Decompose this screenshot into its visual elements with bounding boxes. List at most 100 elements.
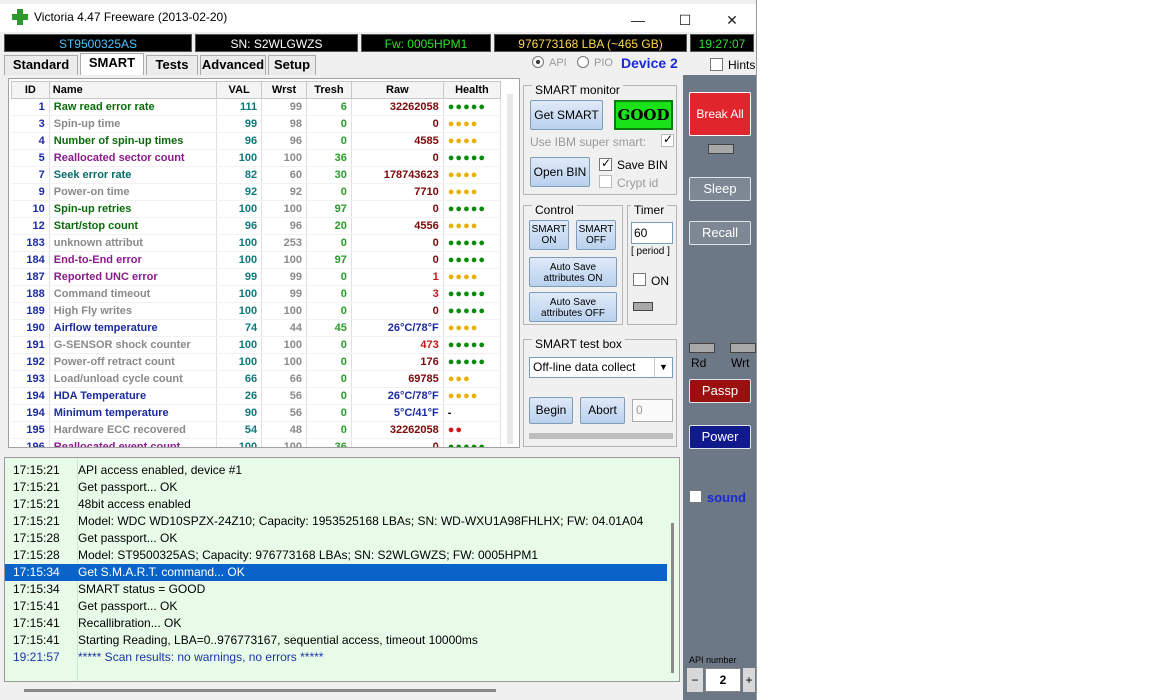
hints-checkbox[interactable] — [710, 58, 723, 71]
break-all-button[interactable]: Break All — [689, 92, 751, 136]
table-row[interactable]: 7 Seek error rate 82 60 30 178743623 ●●●● — [11, 166, 502, 184]
table-row[interactable]: 194 Minimum temperature 90 56 0 5°C/41°F - — [11, 404, 502, 422]
autosave-off-button[interactable]: Auto Save attributes OFF — [529, 292, 617, 322]
col-health-header[interactable]: Health — [442, 81, 502, 99]
api-radio[interactable] — [532, 56, 544, 68]
abort-button[interactable]: Abort — [580, 397, 625, 424]
begin-button[interactable]: Begin — [529, 397, 573, 424]
col-val-header[interactable]: VAL — [216, 81, 263, 99]
log-entry[interactable]: 17:15:21 Model: WDC WD10SPZX-24Z10; Capac… — [5, 513, 667, 530]
col-raw-header[interactable]: Raw — [350, 81, 444, 99]
passp-button[interactable]: Passp — [689, 379, 751, 403]
close-icon[interactable]: ✕ — [709, 8, 755, 32]
timer-on-label: ON — [651, 274, 669, 288]
table-row[interactable]: 196 Reallocated event count 100 100 36 0 ●●●●● — [11, 438, 502, 447]
attr-id: 191 — [11, 336, 50, 354]
tab-setup[interactable]: Setup — [268, 55, 316, 75]
tab-standard[interactable]: Standard — [4, 55, 78, 75]
power-button[interactable]: Power — [689, 425, 751, 449]
api-number-field[interactable]: 2 — [705, 668, 741, 692]
table-row[interactable]: 5 Reallocated sector count 100 100 36 0 ●●●●● — [11, 149, 502, 167]
table-row[interactable]: 10 Spin-up retries 100 100 97 0 ●●●●● — [11, 200, 502, 218]
log-entry[interactable]: 17:15:21 Get passport... OK — [5, 479, 667, 496]
event-log[interactable]: 17:15:21 API access enabled, device #1 17:… — [4, 457, 680, 682]
table-row[interactable]: 187 Reported UNC error 99 99 0 1 ●●●● — [11, 268, 502, 286]
log-entry[interactable]: 19:21:57 ***** Scan results: no warnings,… — [5, 649, 667, 666]
minimize-icon[interactable]: — — [615, 8, 661, 32]
attr-tresh: 0 — [306, 421, 352, 439]
pio-radio[interactable] — [577, 56, 589, 68]
title-bar[interactable]: Victoria 4.47 Freeware (2013-02-20) — ☐ … — [0, 4, 756, 32]
sleep-button[interactable]: Sleep — [689, 177, 751, 201]
attr-id: 10 — [11, 200, 50, 218]
attr-health: ●●●●● — [443, 251, 502, 269]
table-row[interactable]: 4 Number of spin-up times 96 96 0 4585 ●●●● — [11, 132, 502, 150]
table-row[interactable]: 192 Power-off retract count 100 100 0 176 ●●●●… — [11, 353, 502, 371]
log-entry[interactable]: 17:15:21 API access enabled, device #1 — [5, 462, 667, 479]
attr-name: unknown attribut — [49, 234, 218, 252]
log-horizontal-scrollbar[interactable] — [4, 683, 680, 697]
attr-wrst: 66 — [261, 370, 307, 388]
attr-health: ●●●● — [443, 268, 502, 286]
log-entry[interactable]: 17:15:34 Get S.M.A.R.T. command... OK — [5, 564, 667, 581]
table-row[interactable]: 189 High Fly writes 100 100 0 0 ●●●●● — [11, 302, 502, 320]
table-scrollbar[interactable] — [507, 94, 513, 444]
use-ibm-checkbox[interactable] — [661, 132, 674, 147]
open-bin-button[interactable]: Open BIN — [530, 157, 590, 187]
table-row[interactable]: 12 Start/stop count 96 96 20 4556 ●●●● — [11, 217, 502, 235]
log-entry[interactable]: 17:15:41 Recallibration... OK — [5, 615, 667, 632]
col-wrst-header[interactable]: Wrst — [261, 81, 307, 99]
api-number-increment[interactable]: + — [743, 668, 755, 692]
attr-raw: 178743623 — [351, 166, 444, 184]
timer-value-field[interactable]: 60 — [631, 222, 673, 244]
smart-on-button[interactable]: SMART ON — [529, 220, 569, 250]
table-row[interactable]: 9 Power-on time 92 92 0 7710 ●●●● — [11, 183, 502, 201]
attr-wrst: 96 — [261, 217, 307, 235]
log-entry[interactable]: 17:15:28 Get passport... OK — [5, 530, 667, 547]
attr-val: 100 — [216, 251, 263, 269]
col-name-header[interactable]: Name — [48, 81, 218, 99]
table-row[interactable]: 183 unknown attribut 100 253 0 0 ●●●●● — [11, 234, 502, 252]
table-row[interactable]: 194 HDA Temperature 26 56 0 26°C/78°F ●●●● — [11, 387, 502, 405]
log-entry[interactable]: 17:15:34 SMART status = GOOD — [5, 581, 667, 598]
attr-health: ●●●● — [443, 183, 502, 201]
get-smart-button[interactable]: Get SMART — [530, 100, 603, 130]
log-entry[interactable]: 17:15:28 Model: ST9500325AS; Capacity: 97… — [5, 547, 667, 564]
log-entry[interactable]: 17:15:41 Get passport... OK — [5, 598, 667, 615]
attr-health: ●●●●● — [443, 200, 502, 218]
recall-button[interactable]: Recall — [689, 221, 751, 245]
attr-val: 100 — [216, 353, 263, 371]
col-tresh-header[interactable]: Tresh — [306, 81, 352, 99]
maximize-icon[interactable]: ☐ — [662, 8, 708, 32]
sound-checkbox[interactable] — [689, 490, 702, 503]
device-label: Device 2 — [621, 55, 678, 71]
autosave-on-button[interactable]: Auto Save attributes ON — [529, 257, 617, 287]
attr-raw: 473 — [351, 336, 444, 354]
table-row[interactable]: 191 G-SENSOR shock counter 100 100 0 473 ●●●●● — [11, 336, 502, 354]
api-number-decrement[interactable]: − — [687, 668, 703, 692]
save-bin-checkbox[interactable] — [599, 156, 612, 171]
table-row[interactable]: 188 Command timeout 100 99 0 3 ●●●●● — [11, 285, 502, 303]
table-row[interactable]: 3 Spin-up time 99 98 0 0 ●●●● — [11, 115, 502, 133]
tab-smart[interactable]: SMART — [80, 53, 144, 75]
log-entry[interactable]: 17:15:41 Starting Reading, LBA=0..9767731… — [5, 632, 667, 649]
table-row[interactable]: 193 Load/unload cycle count 66 66 0 69785 ●●● — [11, 370, 502, 388]
timer-on-checkbox[interactable] — [633, 273, 646, 286]
drive-serial: SN: S2WLGWZS — [195, 34, 358, 52]
tab-tests[interactable]: Tests — [146, 55, 198, 75]
test-type-select[interactable]: Off-line data collect — [529, 357, 673, 378]
crypt-id-checkbox[interactable] — [599, 175, 612, 188]
table-row[interactable]: 1 Raw read error rate 111 99 6 32262058 ●●●●● — [11, 98, 502, 116]
attr-raw: 4556 — [351, 217, 444, 235]
table-row[interactable]: 195 Hardware ECC recovered 54 48 0 32262058 ●● — [11, 421, 502, 439]
col-id-header[interactable]: ID — [11, 81, 50, 99]
attr-tresh: 45 — [306, 319, 352, 337]
tab-advanced[interactable]: Advanced — [200, 55, 266, 75]
table-row[interactable]: 190 Airflow temperature 74 44 45 26°C/78°F ●●●… — [11, 319, 502, 337]
table-row[interactable]: 184 End-to-End error 100 100 97 0 ●●●●● — [11, 251, 502, 269]
log-entry[interactable]: 17:15:21 48bit access enabled — [5, 496, 667, 513]
chevron-down-icon[interactable]: ▼ — [654, 358, 672, 377]
log-message: API access enabled, device #1 — [78, 463, 243, 477]
smart-off-button[interactable]: SMART OFF — [576, 220, 616, 250]
log-scrollbar-thumb[interactable] — [671, 523, 674, 673]
